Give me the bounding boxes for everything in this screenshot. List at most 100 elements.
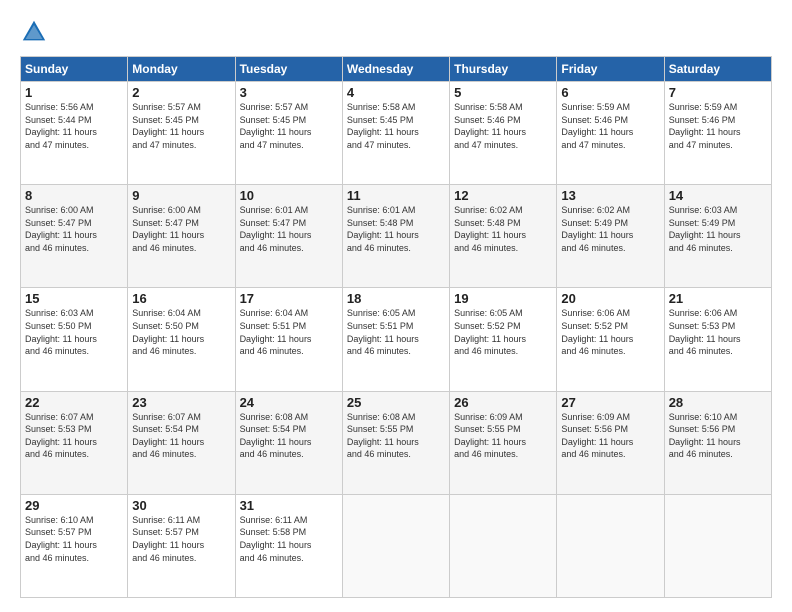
- weekday-friday: Friday: [557, 57, 664, 82]
- logo: [20, 18, 52, 46]
- day-info: Sunrise: 5:57 AM Sunset: 5:45 PM Dayligh…: [240, 101, 338, 151]
- week-row-4: 22Sunrise: 6:07 AM Sunset: 5:53 PM Dayli…: [21, 391, 772, 494]
- day-info: Sunrise: 6:01 AM Sunset: 5:48 PM Dayligh…: [347, 204, 445, 254]
- day-info: Sunrise: 6:11 AM Sunset: 5:57 PM Dayligh…: [132, 514, 230, 564]
- day-info: Sunrise: 6:06 AM Sunset: 5:53 PM Dayligh…: [669, 307, 767, 357]
- day-info: Sunrise: 6:08 AM Sunset: 5:55 PM Dayligh…: [347, 411, 445, 461]
- weekday-saturday: Saturday: [664, 57, 771, 82]
- day-number: 11: [347, 188, 445, 203]
- day-number: 24: [240, 395, 338, 410]
- day-number: 27: [561, 395, 659, 410]
- calendar-cell: 15Sunrise: 6:03 AM Sunset: 5:50 PM Dayli…: [21, 288, 128, 391]
- day-number: 19: [454, 291, 552, 306]
- day-info: Sunrise: 6:09 AM Sunset: 5:55 PM Dayligh…: [454, 411, 552, 461]
- weekday-wednesday: Wednesday: [342, 57, 449, 82]
- day-info: Sunrise: 5:58 AM Sunset: 5:46 PM Dayligh…: [454, 101, 552, 151]
- day-info: Sunrise: 6:05 AM Sunset: 5:51 PM Dayligh…: [347, 307, 445, 357]
- calendar-cell: 4Sunrise: 5:58 AM Sunset: 5:45 PM Daylig…: [342, 82, 449, 185]
- day-info: Sunrise: 6:07 AM Sunset: 5:54 PM Dayligh…: [132, 411, 230, 461]
- day-number: 31: [240, 498, 338, 513]
- calendar-cell: 5Sunrise: 5:58 AM Sunset: 5:46 PM Daylig…: [450, 82, 557, 185]
- calendar-cell: 21Sunrise: 6:06 AM Sunset: 5:53 PM Dayli…: [664, 288, 771, 391]
- weekday-monday: Monday: [128, 57, 235, 82]
- calendar-cell: 10Sunrise: 6:01 AM Sunset: 5:47 PM Dayli…: [235, 185, 342, 288]
- calendar-cell: 30Sunrise: 6:11 AM Sunset: 5:57 PM Dayli…: [128, 494, 235, 597]
- day-info: Sunrise: 6:10 AM Sunset: 5:57 PM Dayligh…: [25, 514, 123, 564]
- calendar-cell: 3Sunrise: 5:57 AM Sunset: 5:45 PM Daylig…: [235, 82, 342, 185]
- calendar-cell: 13Sunrise: 6:02 AM Sunset: 5:49 PM Dayli…: [557, 185, 664, 288]
- calendar-cell: [664, 494, 771, 597]
- day-number: 21: [669, 291, 767, 306]
- weekday-thursday: Thursday: [450, 57, 557, 82]
- calendar-body: 1Sunrise: 5:56 AM Sunset: 5:44 PM Daylig…: [21, 82, 772, 598]
- day-number: 8: [25, 188, 123, 203]
- calendar-cell: 12Sunrise: 6:02 AM Sunset: 5:48 PM Dayli…: [450, 185, 557, 288]
- day-number: 20: [561, 291, 659, 306]
- page: SundayMondayTuesdayWednesdayThursdayFrid…: [0, 0, 792, 612]
- header: [20, 18, 772, 46]
- calendar-cell: 8Sunrise: 6:00 AM Sunset: 5:47 PM Daylig…: [21, 185, 128, 288]
- calendar-table: SundayMondayTuesdayWednesdayThursdayFrid…: [20, 56, 772, 598]
- day-number: 28: [669, 395, 767, 410]
- calendar-cell: 28Sunrise: 6:10 AM Sunset: 5:56 PM Dayli…: [664, 391, 771, 494]
- day-info: Sunrise: 5:58 AM Sunset: 5:45 PM Dayligh…: [347, 101, 445, 151]
- calendar-cell: 14Sunrise: 6:03 AM Sunset: 5:49 PM Dayli…: [664, 185, 771, 288]
- calendar-cell: 2Sunrise: 5:57 AM Sunset: 5:45 PM Daylig…: [128, 82, 235, 185]
- day-number: 12: [454, 188, 552, 203]
- calendar-cell: 20Sunrise: 6:06 AM Sunset: 5:52 PM Dayli…: [557, 288, 664, 391]
- day-info: Sunrise: 5:56 AM Sunset: 5:44 PM Dayligh…: [25, 101, 123, 151]
- day-number: 2: [132, 85, 230, 100]
- day-number: 5: [454, 85, 552, 100]
- day-number: 9: [132, 188, 230, 203]
- day-info: Sunrise: 6:05 AM Sunset: 5:52 PM Dayligh…: [454, 307, 552, 357]
- calendar-cell: 23Sunrise: 6:07 AM Sunset: 5:54 PM Dayli…: [128, 391, 235, 494]
- day-number: 26: [454, 395, 552, 410]
- day-info: Sunrise: 6:07 AM Sunset: 5:53 PM Dayligh…: [25, 411, 123, 461]
- day-info: Sunrise: 6:04 AM Sunset: 5:50 PM Dayligh…: [132, 307, 230, 357]
- day-number: 29: [25, 498, 123, 513]
- calendar-cell: 1Sunrise: 5:56 AM Sunset: 5:44 PM Daylig…: [21, 82, 128, 185]
- day-number: 1: [25, 85, 123, 100]
- day-number: 25: [347, 395, 445, 410]
- day-info: Sunrise: 5:59 AM Sunset: 5:46 PM Dayligh…: [561, 101, 659, 151]
- day-info: Sunrise: 5:57 AM Sunset: 5:45 PM Dayligh…: [132, 101, 230, 151]
- calendar-cell: 7Sunrise: 5:59 AM Sunset: 5:46 PM Daylig…: [664, 82, 771, 185]
- calendar-cell: [557, 494, 664, 597]
- weekday-sunday: Sunday: [21, 57, 128, 82]
- calendar-cell: [450, 494, 557, 597]
- day-info: Sunrise: 6:00 AM Sunset: 5:47 PM Dayligh…: [132, 204, 230, 254]
- weekday-header-row: SundayMondayTuesdayWednesdayThursdayFrid…: [21, 57, 772, 82]
- day-info: Sunrise: 6:00 AM Sunset: 5:47 PM Dayligh…: [25, 204, 123, 254]
- weekday-tuesday: Tuesday: [235, 57, 342, 82]
- calendar-cell: 11Sunrise: 6:01 AM Sunset: 5:48 PM Dayli…: [342, 185, 449, 288]
- week-row-2: 8Sunrise: 6:00 AM Sunset: 5:47 PM Daylig…: [21, 185, 772, 288]
- calendar-cell: 31Sunrise: 6:11 AM Sunset: 5:58 PM Dayli…: [235, 494, 342, 597]
- calendar-cell: 29Sunrise: 6:10 AM Sunset: 5:57 PM Dayli…: [21, 494, 128, 597]
- day-number: 16: [132, 291, 230, 306]
- week-row-1: 1Sunrise: 5:56 AM Sunset: 5:44 PM Daylig…: [21, 82, 772, 185]
- day-number: 14: [669, 188, 767, 203]
- day-number: 30: [132, 498, 230, 513]
- day-number: 10: [240, 188, 338, 203]
- day-number: 17: [240, 291, 338, 306]
- day-info: Sunrise: 6:06 AM Sunset: 5:52 PM Dayligh…: [561, 307, 659, 357]
- calendar-cell: [342, 494, 449, 597]
- day-info: Sunrise: 6:01 AM Sunset: 5:47 PM Dayligh…: [240, 204, 338, 254]
- day-number: 18: [347, 291, 445, 306]
- day-number: 7: [669, 85, 767, 100]
- calendar-cell: 27Sunrise: 6:09 AM Sunset: 5:56 PM Dayli…: [557, 391, 664, 494]
- calendar-cell: 24Sunrise: 6:08 AM Sunset: 5:54 PM Dayli…: [235, 391, 342, 494]
- day-info: Sunrise: 6:02 AM Sunset: 5:48 PM Dayligh…: [454, 204, 552, 254]
- day-number: 23: [132, 395, 230, 410]
- day-number: 3: [240, 85, 338, 100]
- logo-icon: [20, 18, 48, 46]
- day-number: 4: [347, 85, 445, 100]
- calendar-cell: 16Sunrise: 6:04 AM Sunset: 5:50 PM Dayli…: [128, 288, 235, 391]
- calendar-cell: 26Sunrise: 6:09 AM Sunset: 5:55 PM Dayli…: [450, 391, 557, 494]
- week-row-5: 29Sunrise: 6:10 AM Sunset: 5:57 PM Dayli…: [21, 494, 772, 597]
- day-number: 15: [25, 291, 123, 306]
- week-row-3: 15Sunrise: 6:03 AM Sunset: 5:50 PM Dayli…: [21, 288, 772, 391]
- day-info: Sunrise: 6:10 AM Sunset: 5:56 PM Dayligh…: [669, 411, 767, 461]
- day-info: Sunrise: 5:59 AM Sunset: 5:46 PM Dayligh…: [669, 101, 767, 151]
- day-number: 22: [25, 395, 123, 410]
